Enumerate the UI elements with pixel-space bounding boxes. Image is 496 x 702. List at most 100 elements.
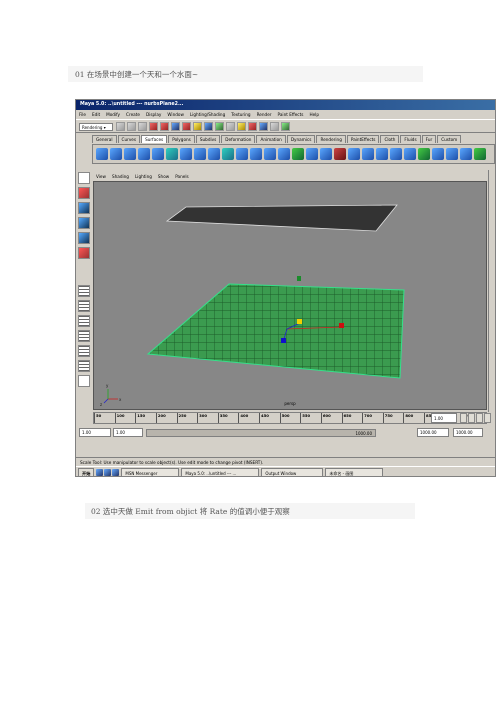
shelf-tab-cloth[interactable]: Cloth: [380, 135, 400, 143]
shelf-tab-fluids[interactable]: Fluids: [400, 135, 421, 143]
shelf-tab-custom[interactable]: Custom: [437, 135, 462, 143]
birail-icon[interactable]: [236, 148, 248, 160]
taskbar-paint[interactable]: 未命名 - 画图: [325, 468, 384, 476]
panel-menu-panels[interactable]: Panels: [175, 172, 188, 181]
offset-icon[interactable]: [432, 148, 444, 160]
input-box-icon[interactable]: [270, 122, 279, 131]
new-scene-icon[interactable]: [116, 122, 125, 131]
render-view-icon[interactable]: [78, 375, 90, 387]
nurbs-cube-icon[interactable]: [110, 148, 122, 160]
shelf-tab-deformation[interactable]: Deformation: [221, 135, 256, 143]
rotate-tool-icon[interactable]: [78, 217, 90, 229]
menu-lighting-shading[interactable]: Lighting/Shading: [190, 110, 225, 119]
nurbs-cone-icon[interactable]: [138, 148, 150, 160]
bevel-icon[interactable]: [278, 148, 290, 160]
open-close-icon[interactable]: [390, 148, 402, 160]
water-plane[interactable]: [146, 283, 405, 379]
scale-tool-icon[interactable]: [78, 232, 90, 244]
shelf-tab-painteffects[interactable]: PaintEffects: [346, 135, 380, 143]
go-to-start-icon[interactable]: [460, 413, 467, 423]
shelf-tab-dynamics[interactable]: Dynamics: [286, 135, 316, 143]
nurbs-torus-icon[interactable]: [166, 148, 178, 160]
outliner-layout-icon[interactable]: [78, 330, 90, 342]
taskbar-msn[interactable]: MSN Messenger: [121, 468, 180, 476]
trim-icon[interactable]: [320, 148, 332, 160]
shelf-tab-animation[interactable]: Animation: [256, 135, 286, 143]
shelf-tab-general[interactable]: General: [92, 135, 117, 143]
boundary-icon[interactable]: [250, 148, 262, 160]
ie-icon[interactable]: [96, 469, 104, 476]
hypershade-layout-icon[interactable]: [78, 360, 90, 372]
nurbs-sphere-icon[interactable]: [96, 148, 108, 160]
shelf-tab-surfaces[interactable]: Surfaces: [141, 135, 168, 143]
time-slider[interactable]: 50 100 150 200 250 300 350 400 450 500 5…: [93, 412, 487, 424]
playback-end-field[interactable]: 1000.00: [417, 428, 449, 437]
desktop-icon[interactable]: [104, 469, 112, 476]
sculpt-icon[interactable]: [474, 148, 486, 160]
menu-file[interactable]: File: [79, 110, 86, 119]
graph-layout-icon[interactable]: [78, 345, 90, 357]
panel-menu-view[interactable]: View: [96, 172, 106, 181]
play-icon[interactable]: [476, 413, 483, 423]
planar-icon[interactable]: [208, 148, 220, 160]
menu-modify[interactable]: Modify: [106, 110, 120, 119]
shelf-tab-subdivs[interactable]: Subdivs: [195, 135, 221, 143]
insert-isoparm-icon[interactable]: [404, 148, 416, 160]
rebuild-icon[interactable]: [446, 148, 458, 160]
lasso-tool-icon[interactable]: [78, 187, 90, 199]
revolve-icon[interactable]: [180, 148, 192, 160]
menu-paint-effects[interactable]: Paint Effects: [278, 110, 304, 119]
media-icon[interactable]: [112, 469, 120, 476]
history-icon[interactable]: [226, 122, 235, 131]
menu-display[interactable]: Display: [146, 110, 161, 119]
perspective-viewport[interactable]: x y z persp: [93, 181, 487, 410]
nurbs-cylinder-icon[interactable]: [124, 148, 136, 160]
current-time-field[interactable]: 1.00: [431, 413, 457, 423]
start-button[interactable]: 开始: [78, 468, 95, 476]
select-object-icon[interactable]: [160, 122, 169, 131]
panel-menu-shading[interactable]: Shading: [112, 172, 129, 181]
panel-menu-lighting[interactable]: Lighting: [135, 172, 152, 181]
start-time-field[interactable]: 1.00: [79, 428, 111, 437]
extrude-icon[interactable]: [222, 148, 234, 160]
untrim-icon[interactable]: [334, 148, 346, 160]
project-curve-icon[interactable]: [306, 148, 318, 160]
shelf-tab-polygons[interactable]: Polygons: [168, 135, 195, 143]
shelf-tab-fur[interactable]: Fur: [421, 135, 437, 143]
menu-help[interactable]: Help: [309, 110, 319, 119]
nurbs-plane-icon[interactable]: [152, 148, 164, 160]
menu-create[interactable]: Create: [126, 110, 140, 119]
menu-window[interactable]: Window: [167, 110, 184, 119]
four-view-layout-icon[interactable]: [78, 300, 90, 312]
ipr-render-icon[interactable]: [248, 122, 257, 131]
menu-set-select[interactable]: Rendering ▾: [79, 123, 113, 131]
step-forward-icon[interactable]: [484, 413, 491, 423]
menu-render[interactable]: Render: [257, 110, 272, 119]
move-tool-icon[interactable]: [78, 202, 90, 214]
sky-plane[interactable]: [165, 204, 398, 232]
taskbar-maya[interactable]: Maya 5.0: ..\untitled --- ...: [181, 468, 260, 476]
menu-edit[interactable]: Edit: [92, 110, 100, 119]
snap-curve-icon[interactable]: [204, 122, 213, 131]
channel-box-icon[interactable]: [281, 122, 290, 131]
snap-point-icon[interactable]: [215, 122, 224, 131]
taskbar-output-window[interactable]: Output Window: [261, 468, 324, 476]
show-manipulator-icon[interactable]: [78, 247, 90, 259]
align-icon[interactable]: [376, 148, 388, 160]
select-tool-icon[interactable]: [78, 172, 90, 184]
menu-texturing[interactable]: Texturing: [231, 110, 250, 119]
open-scene-icon[interactable]: [127, 122, 136, 131]
lock-selection-icon[interactable]: [182, 122, 191, 131]
save-scene-icon[interactable]: [138, 122, 147, 131]
select-component-icon[interactable]: [171, 122, 180, 131]
select-hierarchy-icon[interactable]: [149, 122, 158, 131]
detach-icon[interactable]: [362, 148, 374, 160]
playback-start-field[interactable]: 1.00: [113, 428, 143, 437]
snap-grid-icon[interactable]: [193, 122, 202, 131]
square-icon[interactable]: [264, 148, 276, 160]
single-view-layout-icon[interactable]: [78, 285, 90, 297]
shelf-tab-rendering[interactable]: Rendering: [316, 135, 346, 143]
step-back-icon[interactable]: [468, 413, 475, 423]
reverse-icon[interactable]: [460, 148, 472, 160]
panel-menu-show[interactable]: Show: [158, 172, 169, 181]
